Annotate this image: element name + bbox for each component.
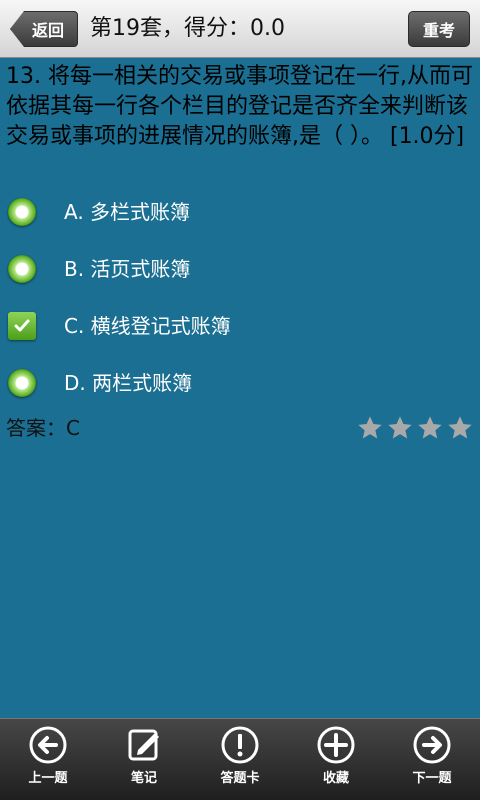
prev-question-button[interactable]: 上一题 bbox=[0, 719, 96, 800]
checkmark-icon bbox=[14, 319, 30, 332]
bottom-nav: 上一题 笔记 答题卡 收藏 下一题 bbox=[0, 718, 480, 800]
plus-icon bbox=[317, 726, 355, 764]
exclamation-icon bbox=[221, 726, 259, 764]
checked-checkbox-icon[interactable] bbox=[8, 312, 36, 340]
next-question-button[interactable]: 下一题 bbox=[384, 719, 480, 800]
nav-label: 上一题 bbox=[28, 771, 68, 786]
top-bar: 返回 第19套，得分：0.0 重考 bbox=[0, 0, 480, 58]
answer-card-button[interactable]: 答题卡 bbox=[192, 719, 288, 800]
star-icon bbox=[358, 416, 382, 439]
arrow-right-icon bbox=[413, 726, 451, 764]
note-edit-icon bbox=[128, 729, 159, 761]
radio-icon[interactable] bbox=[8, 369, 36, 397]
back-button[interactable]: 返回 bbox=[10, 11, 78, 47]
nav-label: 收藏 bbox=[322, 771, 349, 786]
options-list: A. 多栏式账簿 B. 活页式账簿 C. 横线登记式账簿 D. 两栏式账簿 bbox=[0, 188, 480, 416]
option-label: B. 活页式账簿 bbox=[64, 257, 191, 281]
star-icon bbox=[388, 416, 412, 439]
page-title: 第19套，得分：0.0 bbox=[90, 16, 285, 41]
answer-row: 答案：C bbox=[6, 414, 476, 444]
option-label: C. 横线登记式账簿 bbox=[64, 314, 231, 338]
retest-button[interactable]: 重考 bbox=[408, 11, 470, 47]
arrow-left-icon bbox=[29, 726, 67, 764]
nav-label: 下一题 bbox=[412, 771, 452, 786]
option-c[interactable]: C. 横线登记式账簿 bbox=[0, 302, 480, 359]
radio-icon[interactable] bbox=[8, 198, 36, 226]
favorite-button[interactable]: 收藏 bbox=[288, 719, 384, 800]
option-label: D. 两栏式账簿 bbox=[64, 371, 193, 395]
star-icon bbox=[418, 416, 442, 439]
option-d[interactable]: D. 两栏式账簿 bbox=[0, 359, 480, 416]
nav-label: 笔记 bbox=[130, 771, 157, 786]
option-a[interactable]: A. 多栏式账簿 bbox=[0, 188, 480, 245]
nav-label: 答题卡 bbox=[220, 771, 260, 786]
difficulty-stars bbox=[356, 414, 474, 442]
radio-icon[interactable] bbox=[8, 255, 36, 283]
option-b[interactable]: B. 活页式账簿 bbox=[0, 245, 480, 302]
star-icon bbox=[448, 416, 472, 439]
notes-button[interactable]: 笔记 bbox=[96, 719, 192, 800]
option-label: A. 多栏式账簿 bbox=[64, 200, 191, 224]
question-text: 13. 将每一相关的交易或事项登记在一行,从而可依据其每一行各个栏目的登记是否齐… bbox=[6, 64, 473, 149]
answer-text: 答案：C bbox=[6, 416, 80, 440]
